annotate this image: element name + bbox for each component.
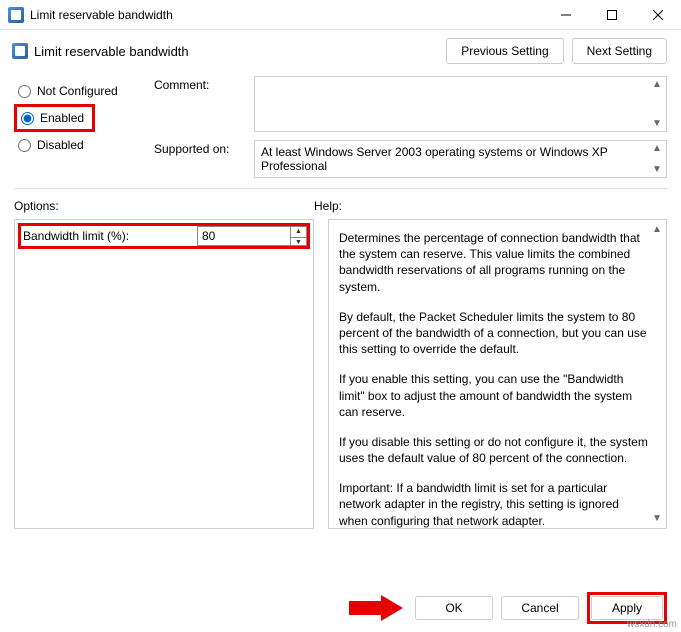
section-labels: Options: Help: — [0, 199, 681, 219]
comment-field[interactable]: ▲ ▼ — [254, 76, 667, 132]
bandwidth-input[interactable] — [198, 227, 290, 245]
options-label: Options: — [14, 199, 314, 213]
radio-not-configured-input[interactable] — [18, 85, 31, 98]
help-p2: By default, the Packet Scheduler limits … — [339, 309, 648, 358]
window-title: Limit reservable bandwidth — [30, 8, 543, 22]
state-radio-group: Not Configured Enabled Disabled — [14, 76, 154, 178]
highlight-enabled: Enabled — [14, 104, 95, 132]
scroll-down-icon[interactable]: ▼ — [650, 513, 664, 524]
scroll-up-icon[interactable]: ▲ — [650, 224, 664, 235]
spin-up-icon[interactable]: ▲ — [291, 227, 306, 237]
help-pane: Determines the percentage of connection … — [328, 219, 667, 529]
next-setting-button[interactable]: Next Setting — [572, 38, 667, 64]
supported-label: Supported on: — [154, 140, 254, 178]
help-p4: If you disable this setting or do not co… — [339, 434, 648, 466]
radio-disabled-label: Disabled — [37, 138, 84, 152]
bandwidth-spinbox[interactable]: ▲ ▼ — [197, 226, 307, 246]
footer: OK Cancel Apply — [14, 592, 667, 624]
bandwidth-row-highlight: Bandwidth limit (%): ▲ ▼ — [18, 223, 310, 249]
titlebar: Limit reservable bandwidth — [0, 0, 681, 30]
options-pane: Bandwidth limit (%): ▲ ▼ — [14, 219, 314, 529]
radio-not-configured[interactable]: Not Configured — [14, 78, 140, 104]
close-button[interactable] — [635, 0, 681, 29]
scroll-up-icon[interactable]: ▲ — [650, 143, 664, 154]
app-icon — [8, 7, 24, 23]
scroll-down-icon[interactable]: ▼ — [650, 164, 664, 175]
supported-text: At least Windows Server 2003 operating s… — [261, 145, 608, 173]
spinner: ▲ ▼ — [290, 227, 306, 245]
policy-header: Limit reservable bandwidth Previous Sett… — [0, 30, 681, 76]
scroll-down-icon[interactable]: ▼ — [650, 118, 664, 129]
cancel-button[interactable]: Cancel — [501, 596, 579, 620]
apply-button[interactable]: Apply — [591, 596, 663, 620]
supported-field: At least Windows Server 2003 operating s… — [254, 140, 667, 178]
help-label: Help: — [314, 199, 342, 213]
radio-enabled[interactable]: Enabled — [19, 109, 86, 127]
radio-enabled-input[interactable] — [21, 112, 34, 125]
spin-down-icon[interactable]: ▼ — [291, 238, 306, 247]
help-p1: Determines the percentage of connection … — [339, 230, 648, 295]
bandwidth-label: Bandwidth limit (%): — [21, 226, 133, 246]
help-p3: If you enable this setting, you can use … — [339, 371, 648, 420]
maximize-button[interactable] — [589, 0, 635, 29]
scroll-up-icon[interactable]: ▲ — [650, 79, 664, 90]
radio-disabled[interactable]: Disabled — [14, 132, 140, 158]
minimize-button[interactable] — [543, 0, 589, 29]
previous-setting-button[interactable]: Previous Setting — [446, 38, 563, 64]
help-text: Determines the percentage of connection … — [329, 220, 666, 529]
radio-not-configured-label: Not Configured — [37, 84, 118, 98]
comment-label: Comment: — [154, 76, 254, 132]
panes: Bandwidth limit (%): ▲ ▼ Determines the … — [0, 219, 681, 529]
divider — [14, 188, 667, 189]
policy-icon — [12, 43, 28, 59]
radio-enabled-label: Enabled — [40, 111, 84, 125]
help-p5: Important: If a bandwidth limit is set f… — [339, 480, 648, 529]
ok-button[interactable]: OK — [415, 596, 493, 620]
radio-disabled-input[interactable] — [18, 139, 31, 152]
watermark: wsxdn.com — [627, 619, 677, 630]
policy-title: Limit reservable bandwidth — [34, 44, 438, 59]
window-controls — [543, 0, 681, 29]
red-arrow-icon — [349, 595, 403, 621]
